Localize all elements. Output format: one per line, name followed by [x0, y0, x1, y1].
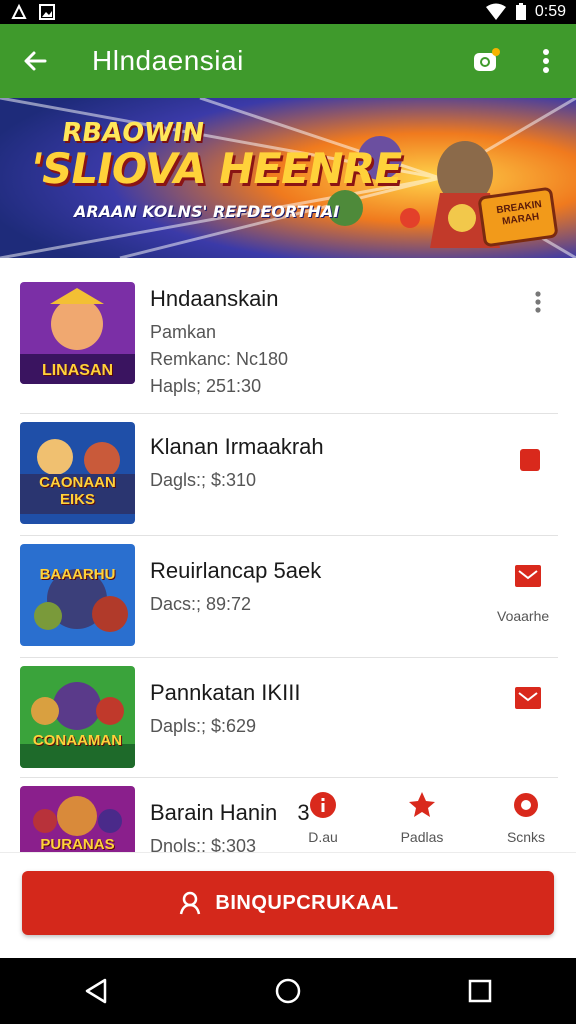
nav-recents-button[interactable]: [440, 958, 520, 1024]
notification-icon: [11, 3, 27, 19]
star-icon: [409, 792, 435, 817]
bottom-actions: D.au Padlas Scnks: [290, 790, 576, 852]
game-thumbnail: CAONAAN EIKS: [20, 422, 135, 524]
more-options-button[interactable]: [516, 24, 576, 98]
thumb-text: CONAAMAN: [32, 732, 123, 749]
thumb-text: BAAARHU: [39, 566, 116, 583]
triangle-back-icon: [85, 978, 107, 1004]
item-action-button[interactable]: [510, 440, 550, 480]
bottom-action-1[interactable]: D.au: [288, 790, 358, 845]
thumb-text: PURANAS: [40, 836, 115, 852]
battery-icon: [515, 3, 526, 20]
item-title: Klanan Irmaakrah: [150, 434, 324, 459]
thumb-text: LINASAN: [41, 362, 114, 379]
list-item[interactable]: CAONAAN EIKS Klanan Irmaakrah Dagls:; $:…: [0, 414, 576, 536]
mail-icon: [515, 687, 541, 709]
status-time: 0:59: [534, 3, 566, 20]
item-subtitle: Dagls:; $:310: [150, 470, 257, 490]
wifi-icon: [485, 3, 506, 20]
system-nav-bar: [0, 958, 576, 1024]
list-item[interactable]: BAAARHU Reuirlancap 5aek Dacs:; 89:72 Vo…: [0, 536, 576, 658]
item-title: Hndaanskain: [150, 286, 279, 311]
bottom-action-label: Padlas: [400, 829, 444, 845]
item-title: Pannkatan IKIII: [150, 680, 301, 705]
primary-action-button[interactable]: BINQUPCRUKAAL: [22, 871, 554, 935]
image-icon: [39, 4, 55, 20]
bottom-action-label: Scnks: [506, 829, 546, 845]
info-icon: [310, 792, 336, 818]
list-item[interactable]: LINASAN Hndaanskain Pamkan Remkanc: Nc18…: [0, 268, 576, 414]
camera-icon: [474, 48, 500, 71]
bottom-action-label: D.au: [308, 829, 338, 845]
banner-line3: ARAAN KOLNS' REFDEORTHAI: [74, 202, 340, 221]
thumb-text: CAONAAN EIKS: [39, 474, 116, 508]
banner-line2: 'SLIOVA HEENRE: [25, 144, 406, 193]
settings-icon: [514, 793, 538, 817]
game-thumbnail: BAAARHU: [20, 544, 135, 646]
item-action-button[interactable]: [508, 678, 548, 718]
camera-button[interactable]: [456, 24, 516, 98]
nav-home-button[interactable]: [248, 958, 328, 1024]
page-title: Hlndaensiai: [92, 45, 244, 76]
item-subtitle: Dnols:; $:303: [150, 836, 257, 852]
item-title: Reuirlancap 5aek: [150, 558, 322, 583]
more-vert-icon: [535, 291, 541, 313]
primary-action-label: BINQUPCRUKAAL: [215, 891, 399, 914]
cta-area: BINQUPCRUKAAL: [0, 852, 576, 958]
list-item[interactable]: CONAAMAN Pannkatan IKIII Dapls:; $:629: [0, 658, 576, 779]
item-subtitle: Dacs:; 89:72: [150, 594, 252, 614]
mail-icon: [515, 565, 541, 587]
item-title: Barain Hanin 3: [150, 800, 310, 825]
game-list: LINASAN Hndaanskain Pamkan Remkanc: Nc18…: [0, 268, 576, 852]
nav-back-button[interactable]: [56, 958, 136, 1024]
game-thumbnail: CONAAMAN: [20, 666, 135, 768]
status-bar: 0:59: [0, 0, 576, 24]
person-icon: [177, 890, 203, 916]
app-bar: Hlndaensiai: [0, 24, 576, 98]
item-detail: Remkanc: Nc180: [150, 349, 289, 369]
circle-home-icon: [275, 978, 301, 1004]
item-detail: Hapls; 251:30: [150, 376, 262, 396]
bookmark-icon: [520, 449, 540, 471]
item-action-label: Voaarhe: [497, 608, 550, 624]
item-subtitle: Dapls:; $:629: [150, 716, 257, 736]
square-recents-icon: [468, 979, 492, 1003]
game-thumbnail: LINASAN: [20, 282, 135, 384]
more-vert-icon: [543, 49, 549, 73]
back-button[interactable]: [0, 24, 70, 98]
item-subtitle: Pamkan: [150, 322, 217, 342]
bottom-action-3[interactable]: Scnks: [491, 790, 561, 845]
item-more-button[interactable]: [518, 282, 558, 322]
promo-banner[interactable]: RBAOWIN 'SLIOVA HEENRE ARAAN KOLNS' REFD…: [0, 98, 576, 258]
item-action-button[interactable]: [508, 556, 548, 596]
bottom-action-2[interactable]: Padlas: [387, 790, 457, 845]
arrow-back-icon: [24, 51, 47, 71]
game-thumbnail: PURANAS: [20, 786, 135, 852]
